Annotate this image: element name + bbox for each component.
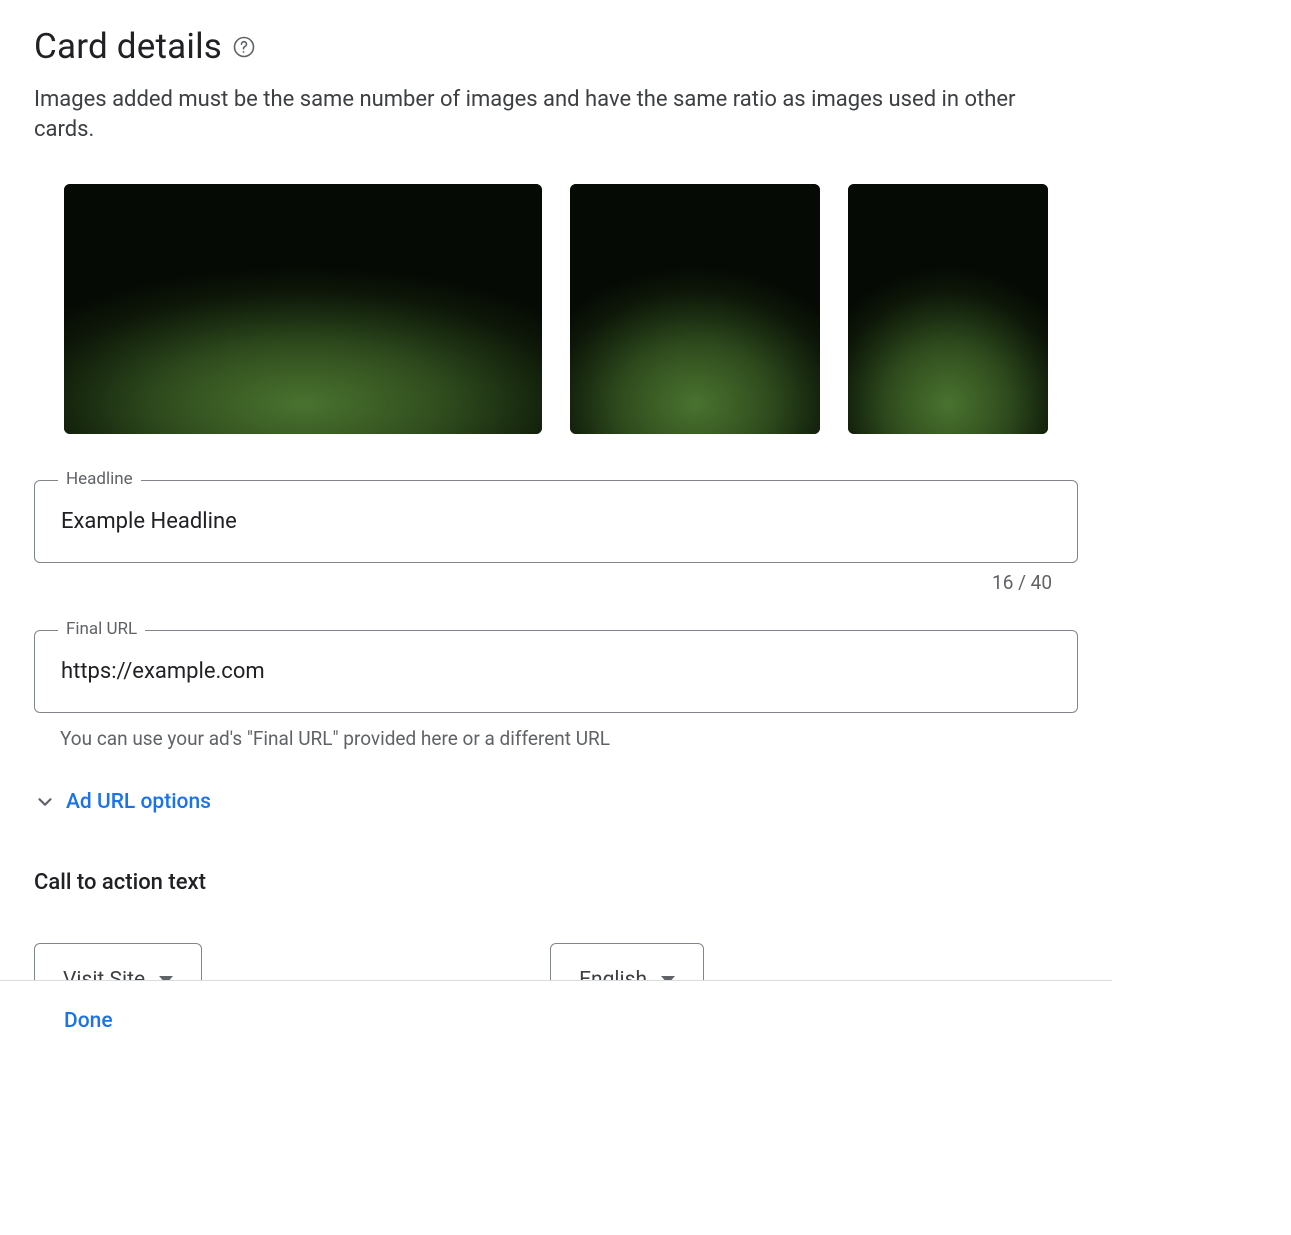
ad-url-options-label: Ad URL options	[66, 790, 211, 814]
ad-url-options-toggle[interactable]: Ad URL options	[34, 790, 1078, 814]
headline-char-counter: 16 / 40	[34, 571, 1078, 594]
help-icon[interactable]	[232, 35, 256, 59]
cta-dropdown-row: Visit Site English	[34, 943, 1078, 980]
page-title-row: Card details	[34, 26, 1078, 67]
image-placeholder	[848, 184, 1048, 434]
final-url-label: Final URL	[58, 619, 145, 639]
cta-language-value: English	[579, 968, 647, 980]
footer: Done	[0, 980, 1112, 1033]
headline-label: Headline	[58, 469, 141, 489]
final-url-field: Final URL	[34, 630, 1078, 713]
page-subtitle: Images added must be the same number of …	[34, 85, 1044, 144]
image-placeholder	[64, 184, 542, 434]
final-url-input[interactable]	[34, 630, 1078, 713]
card-details-panel: Card details Images added must be the sa…	[0, 0, 1112, 980]
cta-action-value: Visit Site	[63, 968, 145, 980]
headline-field: Headline	[34, 480, 1078, 563]
image-placeholder	[570, 184, 820, 434]
cta-language-dropdown[interactable]: English	[550, 943, 704, 980]
card-image-square[interactable]	[848, 184, 1048, 434]
done-button[interactable]: Done	[64, 1009, 113, 1033]
headline-input[interactable]	[34, 480, 1078, 563]
card-image-medium[interactable]	[570, 184, 820, 434]
cta-action-dropdown[interactable]: Visit Site	[34, 943, 202, 980]
final-url-helper: You can use your ad's "Final URL" provid…	[34, 727, 1078, 750]
cta-heading: Call to action text	[34, 870, 1078, 895]
card-image-wide[interactable]	[64, 184, 542, 434]
images-row	[34, 184, 1078, 434]
page-title: Card details	[34, 26, 222, 67]
chevron-down-icon	[34, 791, 56, 813]
